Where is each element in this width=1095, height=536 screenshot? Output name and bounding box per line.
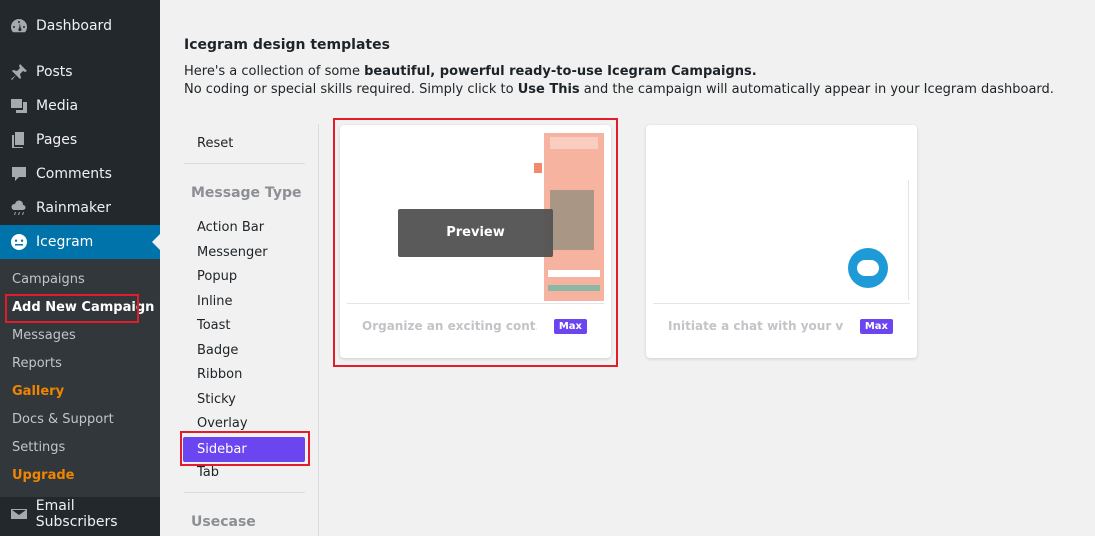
admin-sidebar: Dashboard Posts Media Pages Comments Rai… — [0, 0, 160, 536]
card-title: Initiate a chat with your v... — [668, 319, 843, 333]
page-heading: Icegram design templates — [184, 37, 390, 53]
menu-item-posts[interactable]: Posts — [0, 55, 160, 89]
intro-text: Here's a collection of some — [184, 64, 365, 79]
intro-text: and the campaign will automatically appe… — [579, 82, 1054, 97]
intro-line-1: Here's a collection of some beautiful, p… — [184, 64, 757, 79]
filter-messenger[interactable]: Messenger — [197, 243, 268, 263]
filter-sticky[interactable]: Sticky — [197, 390, 236, 410]
submenu-upgrade[interactable]: Upgrade — [12, 466, 74, 486]
filter-toast[interactable]: Toast — [197, 316, 231, 336]
divider — [184, 492, 305, 493]
menu-label: Posts — [36, 64, 73, 80]
template-card[interactable]: Initiate a chat with your v... Max — [646, 125, 917, 358]
filter-inline[interactable]: Inline — [197, 292, 233, 312]
highlight-add-new-campaign — [5, 294, 139, 323]
usecase-heading: Usecase — [191, 514, 256, 530]
template-thumbnail — [646, 125, 917, 303]
main-content: Icegram design templates Here's a collec… — [160, 0, 1095, 536]
panel-divider — [318, 124, 319, 536]
cloud-icon — [0, 198, 36, 218]
submenu-reports[interactable]: Reports — [12, 354, 62, 374]
max-badge: Max — [859, 319, 893, 334]
menu-item-email-subscribers[interactable]: Email Subscribers — [0, 497, 160, 531]
menu-label: Dashboard — [36, 18, 112, 34]
submenu-settings[interactable]: Settings — [12, 438, 65, 458]
intro-text: No coding or special skills required. Si… — [184, 82, 518, 97]
filter-ribbon[interactable]: Ribbon — [197, 365, 242, 385]
intro-line-2: No coding or special skills required. Si… — [184, 82, 1054, 97]
menu-label: Rainmaker — [36, 200, 111, 216]
menu-item-rainmaker[interactable]: Rainmaker — [0, 191, 160, 225]
filter-tab[interactable]: Tab — [197, 463, 219, 483]
active-indicator — [152, 234, 160, 250]
chat-bubble-icon — [848, 248, 888, 288]
icegram-icon — [0, 232, 36, 252]
menu-label: Email Subscribers — [35, 498, 118, 530]
dashboard-icon — [0, 16, 36, 36]
submenu-docs-support[interactable]: Docs & Support — [12, 410, 114, 430]
filter-popup[interactable]: Popup — [197, 267, 237, 287]
pages-icon — [0, 130, 36, 150]
divider — [184, 163, 305, 164]
pin-icon — [0, 62, 36, 82]
highlight-template-card — [333, 118, 618, 367]
menu-item-media[interactable]: Media — [0, 89, 160, 123]
envelope-icon — [0, 504, 36, 524]
intro-emphasis: beautiful, powerful ready-to-use Icegram… — [364, 64, 757, 79]
filter-reset[interactable]: Reset — [197, 134, 233, 154]
filter-action-bar[interactable]: Action Bar — [197, 218, 264, 238]
highlight-sidebar-filter — [180, 431, 310, 466]
comment-icon — [0, 164, 36, 184]
menu-item-pages[interactable]: Pages — [0, 123, 160, 157]
submenu-gallery[interactable]: Gallery — [12, 382, 64, 402]
menu-label: Pages — [36, 132, 78, 148]
card-divider — [653, 303, 910, 304]
media-icon — [0, 96, 36, 116]
message-type-heading: Message Type — [191, 185, 302, 201]
submenu-messages[interactable]: Messages — [12, 326, 76, 346]
submenu-campaigns[interactable]: Campaigns — [12, 270, 85, 290]
use-this-emphasis: Use This — [517, 82, 580, 97]
menu-item-comments[interactable]: Comments — [0, 157, 160, 191]
filter-badge[interactable]: Badge — [197, 341, 238, 361]
menu-label: Media — [36, 98, 79, 114]
menu-label: Icegram — [36, 234, 94, 250]
menu-label: Comments — [36, 166, 112, 182]
menu-item-icegram[interactable]: Icegram — [0, 225, 160, 259]
menu-item-dashboard[interactable]: Dashboard — [0, 9, 160, 43]
